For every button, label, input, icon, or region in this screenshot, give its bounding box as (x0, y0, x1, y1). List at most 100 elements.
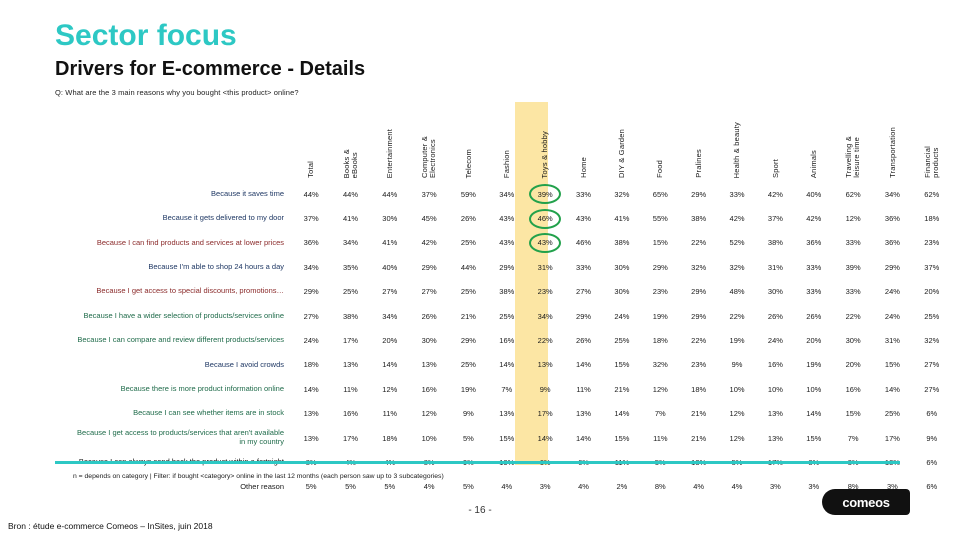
data-cell: 32% (603, 182, 641, 206)
data-cell: 3% (526, 475, 564, 499)
data-cell: 24% (603, 304, 641, 328)
data-cell-value: 27% (382, 287, 398, 297)
data-cell: 18% (680, 377, 718, 401)
data-cell-value: 4% (501, 482, 513, 492)
data-cell-value: 9% (731, 360, 743, 370)
data-cell: 39% (833, 255, 873, 279)
data-cell-value: 9% (463, 409, 474, 419)
data-cell-value: 39% (845, 262, 861, 272)
data-cell: 10% (718, 377, 756, 401)
data-cell-value: 22% (729, 311, 745, 321)
data-cell: 12% (718, 426, 756, 450)
data-cell-value: 29% (460, 336, 476, 346)
data-cell: 65% (641, 182, 679, 206)
data-cell-value: 25% (460, 360, 476, 370)
data-cell-value: 22% (537, 336, 553, 346)
survey-question: Q: What are the 3 main reasons why you b… (55, 88, 299, 97)
data-cell-value: 20% (806, 336, 822, 346)
data-cell: 33% (564, 255, 602, 279)
data-cell: 6% (912, 450, 952, 474)
data-cell: 12% (409, 402, 449, 426)
data-cell: 24% (873, 304, 911, 328)
data-cell: 40% (371, 255, 409, 279)
data-cell: 30% (371, 206, 409, 230)
data-cell-value: 12% (729, 433, 745, 443)
data-cell-value: 26% (806, 311, 822, 321)
data-cell-value: 12% (729, 409, 745, 419)
data-cell: 33% (564, 182, 602, 206)
data-cell-value: 14% (576, 433, 592, 443)
data-cell-value: 13% (303, 433, 319, 443)
data-cell: 14% (564, 353, 602, 377)
data-cell: 30% (833, 328, 873, 352)
data-cell-value: 15% (806, 433, 822, 443)
data-cell-value: 13% (767, 409, 783, 419)
data-cell-value: 30% (421, 336, 437, 346)
data-cell-value: 31% (884, 336, 900, 346)
data-cell-value: 52% (729, 238, 745, 248)
data-cell: 7% (488, 377, 526, 401)
column-header: Entertainment (371, 100, 409, 182)
data-cell-value: 25% (614, 336, 630, 346)
data-cell-value: 14% (382, 360, 398, 370)
data-cell: 14% (526, 426, 564, 450)
data-cell: 20% (371, 328, 409, 352)
data-cell: 41% (330, 206, 370, 230)
data-cell: 26% (449, 206, 487, 230)
row-label: Because I avoid crowds (204, 359, 284, 369)
data-cell: 36% (795, 231, 833, 255)
data-cell: 11% (330, 377, 370, 401)
data-cell-value: 19% (460, 384, 476, 394)
column-header: Fashion (488, 100, 526, 182)
data-cell-value: 6% (926, 457, 938, 467)
data-cell: 29% (680, 304, 718, 328)
data-cell-value: 4% (423, 482, 435, 492)
data-cell-value: 21% (691, 433, 707, 443)
data-cell: 20% (795, 328, 833, 352)
data-cell: 34% (873, 182, 911, 206)
column-header-label: Fashion (501, 149, 511, 178)
data-cell-value: 42% (806, 214, 822, 224)
data-cell: 18% (641, 328, 679, 352)
data-cell: 4% (488, 475, 526, 499)
row-label: Because I can compare and review differe… (77, 335, 284, 345)
data-cell-value: 37% (767, 214, 783, 224)
data-cell-value: 4% (693, 482, 705, 492)
data-cell-value: 13% (537, 360, 553, 370)
data-cell-value: 15% (499, 433, 515, 443)
column-header: Pralines (680, 100, 718, 182)
data-cell: 22% (526, 328, 564, 352)
data-cell-value: 12% (652, 384, 668, 394)
data-cell: 32% (680, 255, 718, 279)
data-cell-value: 25% (499, 311, 515, 321)
data-cell: 24% (292, 328, 330, 352)
column-header-label: Sport (770, 159, 780, 178)
data-cell-value: 15% (614, 433, 630, 443)
data-cell-value: 44% (303, 189, 319, 199)
data-cell: 19% (641, 304, 679, 328)
data-cell: 9% (526, 377, 564, 401)
data-cell: 25% (873, 402, 911, 426)
data-cell-value: 17% (342, 336, 358, 346)
data-cell-value: 31% (537, 262, 553, 272)
data-cell-value: 32% (924, 336, 940, 346)
data-cell-value: 13% (499, 409, 515, 419)
data-cell-value: 4% (731, 482, 743, 492)
data-cell-value: 5% (305, 482, 317, 492)
data-cell-value: 20% (924, 287, 940, 297)
page-number: - 16 - (468, 505, 492, 516)
data-cell-value: 41% (342, 214, 358, 224)
data-cell-value: 42% (767, 189, 783, 199)
source-citation: Bron : étude e-commerce Comeos – InSites… (8, 521, 213, 531)
data-cell: 27% (912, 377, 952, 401)
column-header: Sport (756, 100, 794, 182)
data-cell-value: 16% (767, 360, 783, 370)
data-cell-value: 14% (499, 360, 515, 370)
data-cell-value: 43% (576, 214, 592, 224)
data-cell-value: 33% (806, 287, 822, 297)
data-cell-value: 24% (767, 336, 783, 346)
data-cell-value: 25% (460, 238, 476, 248)
data-cell-value: 3% (808, 482, 820, 492)
data-cell-value: 5% (384, 482, 396, 492)
data-cell: 14% (564, 426, 602, 450)
